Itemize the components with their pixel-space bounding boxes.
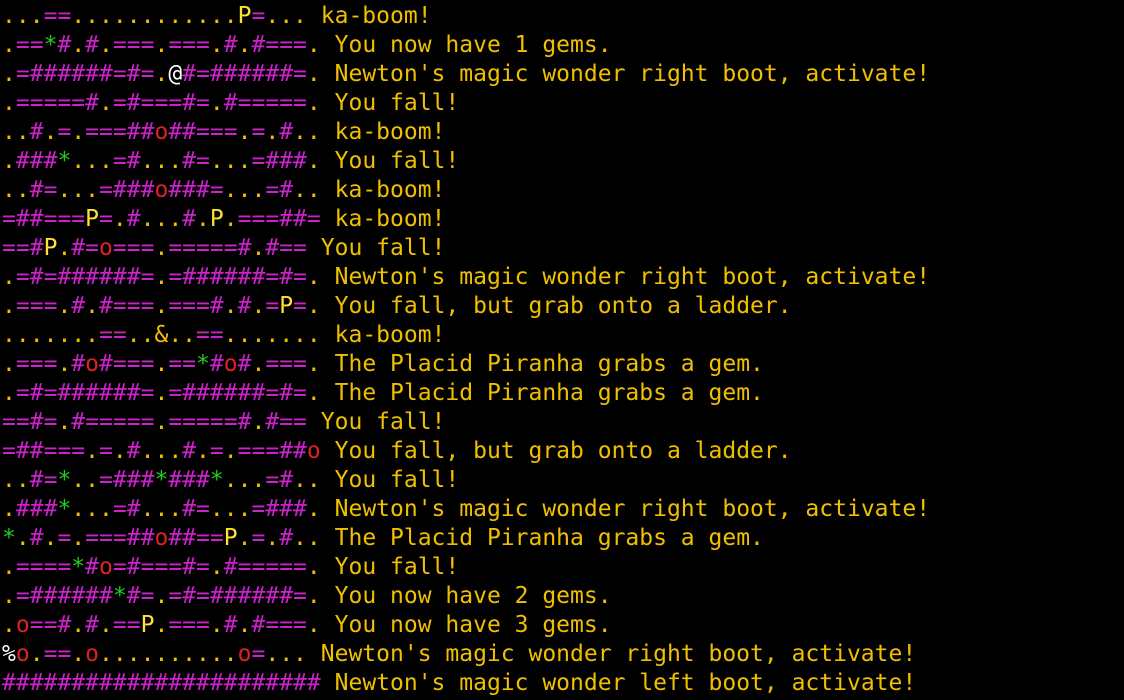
- dungeon-map-row: =##===.=.#...#.=.===##o: [2, 438, 321, 464]
- dungeon-map-row: *.#.=.===##o##==P.=.#..: [2, 525, 321, 551]
- message-text: ka-boom!: [334, 119, 446, 145]
- message-text: You now have 1 gems.: [334, 32, 612, 58]
- dungeon-map-row: .###*...=#...#=...=###.: [2, 148, 321, 174]
- message-text: The Placid Piranha grabs a gem.: [334, 525, 764, 551]
- dungeon-map-row: .=#=######=.=######=#=.: [2, 380, 321, 406]
- terminal-line: .###*...=#...#=...=###. Newton's magic w…: [2, 495, 930, 524]
- terminal-line: %o.==.o..........o=... Newton's magic wo…: [2, 640, 930, 669]
- message-text: Newton's magic wonder right boot, activa…: [334, 264, 931, 290]
- dungeon-map-row: ...==............P=...: [2, 3, 307, 29]
- message-text: ka-boom!: [334, 322, 446, 348]
- message-text: ka-boom!: [334, 206, 446, 232]
- message-text: Newton's magic wonder left boot, activat…: [334, 670, 917, 696]
- message-text: You fall!: [334, 467, 460, 493]
- message-text: You fall!: [334, 148, 460, 174]
- terminal-line: =##===P=.#...#.P.===##= ka-boom!: [2, 205, 930, 234]
- dungeon-map-row: =##===P=.#...#.P.===##=: [2, 206, 321, 232]
- terminal-line: .==*#.#.===.===.#.#===. You now have 1 g…: [2, 31, 930, 60]
- message-text: You fall!: [320, 409, 446, 435]
- dungeon-map-row: #######################: [2, 670, 321, 696]
- message-text: ka-boom!: [334, 177, 446, 203]
- terminal-line: .=#=######=.=######=#=. The Placid Piran…: [2, 379, 930, 408]
- terminal-line: ==#P.#=o===.=====#.#== You fall!: [2, 234, 930, 263]
- message-text: Newton's magic wonder right boot, activa…: [334, 61, 931, 87]
- dungeon-map-row: .==*#.#.===.===.#.#===.: [2, 32, 321, 58]
- terminal-line: ...==............P=... ka-boom!: [2, 2, 930, 31]
- terminal-line: *.#.=.===##o##==P.=.#.. The Placid Piran…: [2, 524, 930, 553]
- message-text: You fall!: [334, 90, 460, 116]
- terminal-line: ..#.=.===##o##===.=.#.. ka-boom!: [2, 118, 930, 147]
- terminal-line: .===.#.#===.===#.#.=P=. You fall, but gr…: [2, 292, 930, 321]
- terminal-line: .=######=#=.@#=######=. Newton's magic w…: [2, 60, 930, 89]
- dungeon-map-row: ==#P.#=o===.=====#.#==: [2, 235, 307, 261]
- dungeon-map-row: .......==..&..==.......: [2, 322, 321, 348]
- dungeon-map-row: .=#=######=.=######=#=.: [2, 264, 321, 290]
- terminal-line: .o==#.#.==P.===.#.#===. You now have 3 g…: [2, 611, 930, 640]
- message-text: The Placid Piranha grabs a gem.: [334, 380, 764, 406]
- terminal-line: .=#=######=.=######=#=. Newton's magic w…: [2, 263, 930, 292]
- dungeon-map-row: .====*#o=#===#=.#=====.: [2, 554, 321, 580]
- message-text: Newton's magic wonder right boot, activa…: [320, 641, 917, 667]
- terminal-line: .=######*#=.=#=######=. You now have 2 g…: [2, 582, 930, 611]
- terminal-line: .===.#o#===.==*#o#.===. The Placid Piran…: [2, 350, 930, 379]
- message-text: You fall, but grab onto a ladder.: [334, 438, 792, 464]
- dungeon-map-row: %o.==.o..........o=...: [2, 641, 307, 667]
- message-text: You fall!: [334, 554, 460, 580]
- dungeon-map-row: ..#=*..=###*###*...=#..: [2, 467, 321, 493]
- dungeon-map-row: .=######=#=.@#=######=.: [2, 61, 321, 87]
- dungeon-map-row: .===.#.#===.===#.#.=P=.: [2, 293, 321, 319]
- game-terminal: ...==............P=... ka-boom! .==*#.#.=…: [2, 2, 930, 698]
- dungeon-map-row: ..#=...=###o###=...=#..: [2, 177, 321, 203]
- message-text: You fall, but grab onto a ladder.: [334, 293, 792, 319]
- dungeon-map-row: .o==#.#.==P.===.#.#===.: [2, 612, 321, 638]
- terminal-line: .###*...=#...#=...=###. You fall!: [2, 147, 930, 176]
- terminal-line: ==#=.#=====.=====#.#== You fall!: [2, 408, 930, 437]
- message-text: ka-boom!: [320, 3, 432, 29]
- terminal-line: .=====#.=#===#=.#=====. You fall!: [2, 89, 930, 118]
- terminal-line: ####################### Newton's magic w…: [2, 669, 930, 698]
- dungeon-map-row: ..#.=.===##o##===.=.#..: [2, 119, 321, 145]
- terminal-line: .====*#o=#===#=.#=====. You fall!: [2, 553, 930, 582]
- dungeon-map-row: .===.#o#===.==*#o#.===.: [2, 351, 321, 377]
- message-text: The Placid Piranha grabs a gem.: [334, 351, 764, 377]
- dungeon-map-row: .=====#.=#===#=.#=====.: [2, 90, 321, 116]
- message-text: Newton's magic wonder right boot, activa…: [334, 496, 931, 522]
- message-text: You fall!: [320, 235, 446, 261]
- dungeon-map-row: .###*...=#...#=...=###.: [2, 496, 321, 522]
- message-text: You now have 2 gems.: [334, 583, 612, 609]
- terminal-line: .......==..&..==....... ka-boom!: [2, 321, 930, 350]
- message-text: You now have 3 gems.: [334, 612, 612, 638]
- dungeon-map-row: ==#=.#=====.=====#.#==: [2, 409, 307, 435]
- terminal-line: =##===.=.#...#.=.===##o You fall, but gr…: [2, 437, 930, 466]
- terminal-line: ..#=*..=###*###*...=#.. You fall!: [2, 466, 930, 495]
- dungeon-map-row: .=######*#=.=#=######=.: [2, 583, 321, 609]
- terminal-line: ..#=...=###o###=...=#.. ka-boom!: [2, 176, 930, 205]
